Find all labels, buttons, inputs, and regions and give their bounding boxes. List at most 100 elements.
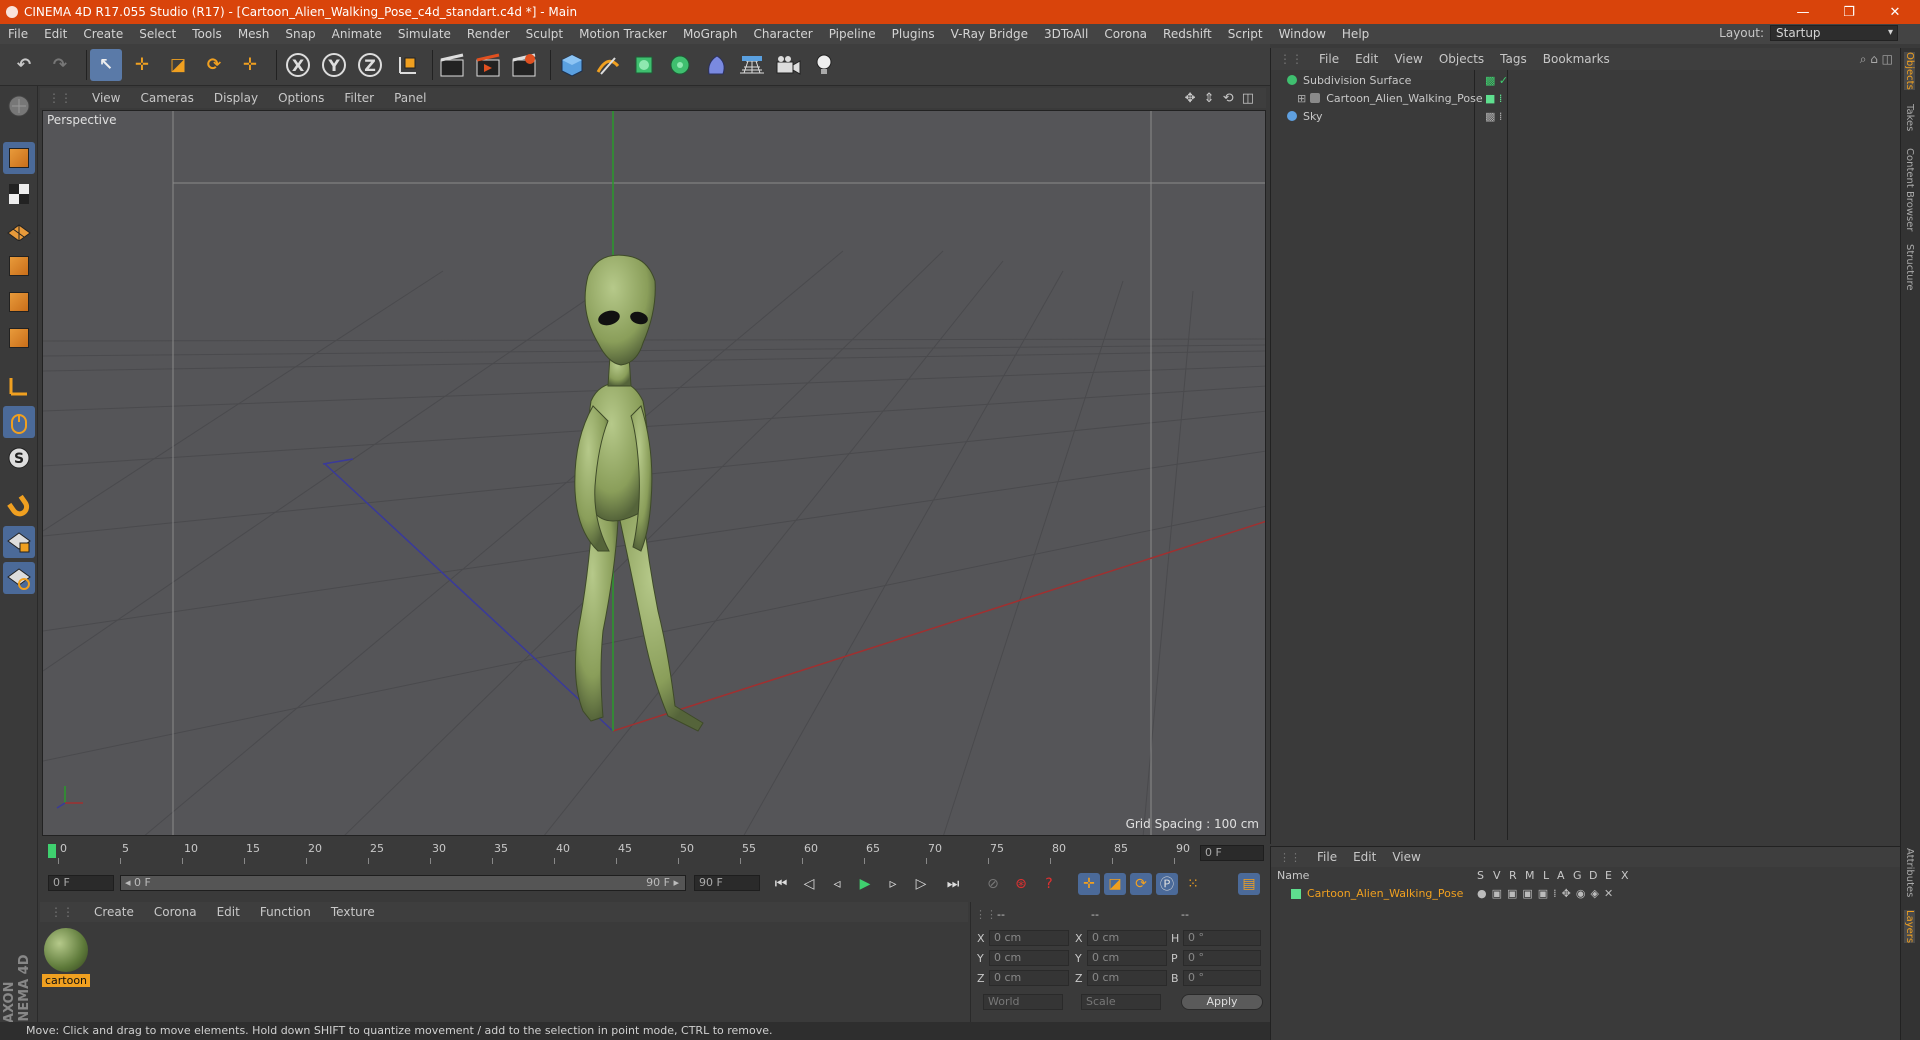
material-menu-edit[interactable]: Edit — [207, 905, 250, 919]
add-spline-button[interactable] — [592, 49, 624, 81]
perspective-viewport[interactable]: Perspective Grid Spacing : 100 cm — [42, 110, 1266, 836]
minimize-button[interactable]: — — [1780, 0, 1826, 24]
menu-window[interactable]: Window — [1271, 27, 1334, 41]
objmgr-menu-file[interactable]: File — [1311, 52, 1347, 66]
close-button[interactable]: ✕ — [1872, 0, 1918, 24]
model-mode-button[interactable] — [3, 142, 35, 174]
menu-pipeline[interactable]: Pipeline — [821, 27, 884, 41]
size-x-field[interactable]: 0 cm — [1087, 930, 1167, 946]
menu-sculpt[interactable]: Sculpt — [518, 27, 571, 41]
layer-name[interactable]: Cartoon_Alien_Walking_Pose — [1307, 885, 1463, 903]
edges-mode-button[interactable] — [3, 286, 35, 318]
add-mograph-button[interactable] — [664, 49, 696, 81]
preview-range-slider[interactable]: ◂ 0 F 90 F ▸ — [120, 875, 686, 891]
material-slot[interactable]: cartoon — [42, 924, 90, 992]
layermgr-menu-file[interactable]: File — [1309, 850, 1345, 864]
tab-attributes[interactable]: Attributes — [1904, 848, 1915, 897]
timeline-window-icon[interactable]: ▤ — [1238, 873, 1260, 895]
add-cube-button[interactable] — [556, 49, 588, 81]
object-layer-color-icon[interactable]: ■ ⁞ — [1485, 90, 1502, 108]
render-picture-viewer-button[interactable] — [472, 49, 504, 81]
layer-toggle-icons[interactable]: ●▣▣▣▣⁞✥◉◈✕ — [1477, 885, 1618, 903]
autokey-icon[interactable]: ? — [1038, 873, 1060, 895]
workplane-mode-button[interactable] — [3, 214, 35, 246]
add-light-button[interactable] — [808, 49, 840, 81]
timeline-ruler[interactable]: 0 5 10 15 20 25 30 35 40 45 50 55 60 65 70 75 80 85 90 0 F — [48, 842, 1268, 864]
menu-script[interactable]: Script — [1220, 27, 1271, 41]
motion-record-icon[interactable]: ⊘ — [982, 873, 1004, 895]
size-y-field[interactable]: 0 cm — [1087, 950, 1167, 966]
menu-plugins[interactable]: Plugins — [884, 27, 943, 41]
add-camera-button[interactable] — [772, 49, 804, 81]
add-deformer-button[interactable] — [700, 49, 732, 81]
objmgr-search-icon[interactable]: ⌕ ⌂ ◫ — [1852, 52, 1901, 67]
axis-mode-button[interactable] — [3, 370, 35, 402]
key-point-level-icon[interactable]: ⁙ — [1182, 873, 1204, 895]
render-view-button[interactable] — [436, 49, 468, 81]
size-mode-dropdown[interactable]: Scale — [1081, 994, 1161, 1010]
material-menu-create[interactable]: Create — [84, 905, 144, 919]
layer-row[interactable]: Cartoon_Alien_Walking_Pose ●▣▣▣▣⁞✥◉◈✕ — [1271, 885, 1901, 903]
menu-tools[interactable]: Tools — [184, 27, 230, 41]
menu-vray-bridge[interactable]: V-Ray Bridge — [943, 27, 1036, 41]
objmgr-menu-edit[interactable]: Edit — [1347, 52, 1386, 66]
tab-content-browser[interactable]: Content Browser — [1904, 148, 1915, 231]
viewport-menu-panel[interactable]: Panel — [384, 91, 436, 105]
objmgr-menu-objects[interactable]: Objects — [1431, 52, 1492, 66]
locked-workplane-button[interactable] — [3, 526, 35, 558]
object-row-subdivision-surface[interactable]: Subdivision Surface ▩ ✓ — [1273, 72, 1899, 90]
layermgr-menu-edit[interactable]: Edit — [1345, 850, 1384, 864]
next-frame-button[interactable]: ▹ — [882, 873, 904, 895]
polygons-mode-button[interactable] — [3, 322, 35, 354]
redo-icon[interactable]: ↷ — [44, 49, 76, 81]
menu-file[interactable]: File — [0, 27, 36, 41]
objmgr-menu-view[interactable]: View — [1386, 52, 1430, 66]
material-menu-function[interactable]: Function — [250, 905, 321, 919]
snap-button[interactable] — [3, 490, 35, 522]
layout-dropdown[interactable]: Startup — [1770, 25, 1898, 41]
key-rotation-icon[interactable]: ⟳ — [1130, 873, 1152, 895]
menu-edit[interactable]: Edit — [36, 27, 75, 41]
apply-button[interactable]: Apply — [1181, 994, 1263, 1010]
pos-y-field[interactable]: 0 cm — [989, 950, 1069, 966]
pos-x-field[interactable]: 0 cm — [989, 930, 1069, 946]
render-settings-button[interactable] — [508, 49, 540, 81]
go-to-start-button[interactable]: ⏮ — [770, 873, 792, 895]
add-subdivision-button[interactable] — [628, 49, 660, 81]
start-frame-field[interactable]: 0 F — [48, 875, 114, 891]
size-z-field[interactable]: 0 cm — [1087, 970, 1167, 986]
menu-select[interactable]: Select — [131, 27, 184, 41]
playhead-marker[interactable] — [48, 844, 56, 858]
menu-3dtoall[interactable]: 3DToAll — [1036, 27, 1096, 41]
viewport-camera-label[interactable]: Perspective — [47, 113, 117, 127]
menu-simulate[interactable]: Simulate — [390, 27, 459, 41]
viewport-menu-view[interactable]: View — [82, 91, 130, 105]
key-parameter-icon[interactable]: Ⓟ — [1156, 873, 1178, 895]
layermgr-menu-view[interactable]: View — [1384, 850, 1428, 864]
tab-objects[interactable]: Objects — [1904, 52, 1915, 90]
menu-character[interactable]: Character — [745, 27, 820, 41]
end-frame-field[interactable]: 90 F — [694, 875, 760, 891]
record-keys-icon[interactable]: ⊛ — [1010, 873, 1032, 895]
viewport-menu-cameras[interactable]: Cameras — [130, 91, 203, 105]
rot-b-field[interactable]: 0 ° — [1183, 970, 1261, 986]
menu-mesh[interactable]: Mesh — [230, 27, 278, 41]
object-row-cartoon-alien[interactable]: ⊞ Cartoon_Alien_Walking_Pose ■ ⁞ — [1273, 90, 1899, 108]
go-to-end-button[interactable]: ⏭ — [942, 873, 964, 895]
texture-mode-button[interactable] — [3, 178, 35, 210]
menu-mograph[interactable]: MoGraph — [675, 27, 746, 41]
y-axis-lock-button[interactable]: Y — [318, 49, 350, 81]
make-editable-button[interactable] — [3, 90, 35, 122]
menu-snap[interactable]: Snap — [277, 27, 323, 41]
move-tool-icon[interactable]: ✛ — [126, 49, 158, 81]
points-mode-button[interactable] — [3, 250, 35, 282]
viewport-menu-options[interactable]: Options — [268, 91, 334, 105]
menu-corona[interactable]: Corona — [1096, 27, 1155, 41]
menu-render[interactable]: Render — [459, 27, 518, 41]
objmgr-menu-bookmarks[interactable]: Bookmarks — [1535, 52, 1618, 66]
solo-mode-button[interactable]: S — [3, 442, 35, 474]
transform-tool-icon[interactable]: ✛ — [234, 49, 266, 81]
planar-workplane-button[interactable] — [3, 562, 35, 594]
key-position-icon[interactable]: ✛ — [1078, 873, 1100, 895]
rot-h-field[interactable]: 0 ° — [1183, 930, 1261, 946]
